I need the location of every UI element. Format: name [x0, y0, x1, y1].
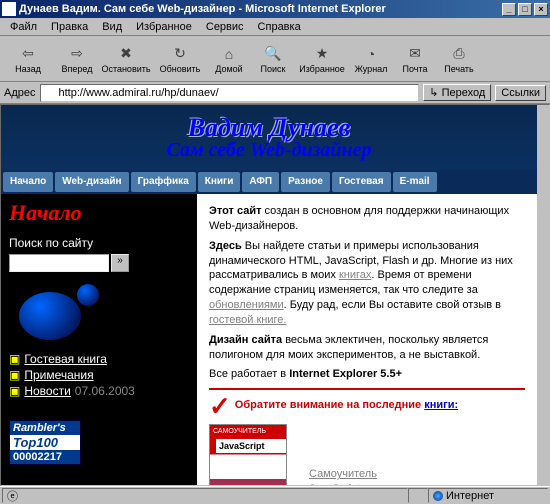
go-button[interactable]: ↳ Переход	[423, 84, 491, 101]
ie-requirement: Все работает в Internet Explorer 5.5+	[209, 367, 525, 382]
refresh-button[interactable]: ↻Обновить	[156, 39, 204, 79]
nav-guestbook[interactable]: Гостевая	[332, 172, 391, 192]
menu-edit[interactable]: Правка	[45, 20, 94, 33]
link-updates[interactable]: обновлениями	[209, 299, 284, 311]
content: Этот сайт создан в основном для поддержк…	[197, 194, 537, 485]
menu-tools[interactable]: Сервис	[200, 20, 250, 33]
search-icon: 🔍	[263, 44, 283, 64]
star-icon: ★	[312, 44, 332, 64]
bullet-icon: ▣	[9, 352, 20, 366]
link-guestbook[interactable]: Гостевая книга	[24, 352, 107, 366]
ie-small-icon: ⓔ	[7, 488, 18, 504]
links-button[interactable]: Ссылки	[495, 85, 546, 101]
bullet-icon: ▣	[9, 384, 20, 398]
address-bar: Адрес ↳ Переход Ссылки	[0, 82, 550, 104]
stop-button[interactable]: ✖Остановить	[102, 39, 150, 79]
print-icon: ⎙	[449, 44, 469, 64]
statusbar: ⓔ Интернет	[0, 486, 550, 504]
address-label: Адрес	[4, 87, 36, 99]
book-link-js[interactable]: Самоучитель JavaScript	[309, 467, 399, 485]
mail-button[interactable]: ✉Почта	[396, 39, 434, 79]
section-title: Начало	[9, 200, 189, 226]
journal-button[interactable]: ◔Журнал	[352, 39, 390, 79]
nav-afp[interactable]: АФП	[242, 172, 279, 192]
globe-icon	[433, 491, 443, 501]
sidebar: Начало Поиск по сайту » ▣Гостевая книга …	[1, 194, 197, 485]
site-search-go[interactable]: »	[111, 254, 129, 272]
titlebar: Дунаев Вадим. Сам себе Web-дизайнер - Mi…	[0, 0, 550, 18]
link-notes[interactable]: Примечания	[24, 368, 93, 382]
close-button[interactable]: ×	[534, 3, 548, 16]
nav-misc[interactable]: Разное	[281, 172, 330, 192]
rambler-counter[interactable]: Rambler's Top100 00002217	[9, 420, 81, 465]
home-icon: ⌂	[219, 44, 239, 64]
toolbar: ⇦Назад ⇨Вперед ✖Остановить ↻Обновить ⌂До…	[0, 36, 550, 82]
banner-subtitle: Сам себе Web-дизайнер	[166, 139, 371, 162]
nav-graphics[interactable]: Граффика	[131, 172, 196, 192]
check-icon: ✓	[209, 398, 231, 414]
minimize-button[interactable]: _	[502, 3, 516, 16]
maximize-button[interactable]: □	[518, 3, 532, 16]
menu-favorites[interactable]: Избранное	[130, 20, 198, 33]
link-books[interactable]: книгах	[339, 269, 371, 281]
nav-webdesign[interactable]: Web-дизайн	[55, 172, 128, 192]
book-cover-js[interactable]: САМОУЧИТЕЛЬ JavaScript	[209, 424, 287, 485]
nav-books[interactable]: Книги	[198, 172, 241, 192]
menubar: Файл Правка Вид Избранное Сервис Справка	[0, 18, 550, 36]
print-button[interactable]: ⎙Печать	[440, 39, 478, 79]
menu-file[interactable]: Файл	[4, 20, 43, 33]
menu-help[interactable]: Справка	[252, 20, 307, 33]
home-button[interactable]: ⌂Домой	[210, 39, 248, 79]
news-date: 07.06.2003	[75, 384, 135, 398]
blob-graphic	[19, 284, 119, 344]
site-nav: Начало Web-дизайн Граффика Книги АФП Раз…	[1, 170, 537, 194]
link-news[interactable]: Новости	[24, 384, 70, 398]
banner: Вадим Дунаев Сам себе Web-дизайнер	[1, 105, 537, 170]
link-latest-books[interactable]: книги:	[424, 399, 458, 411]
status-message: ⓔ	[2, 488, 408, 503]
address-input[interactable]	[40, 84, 420, 102]
forward-icon: ⇨	[67, 44, 87, 64]
back-icon: ⇦	[18, 44, 38, 64]
mail-icon: ✉	[405, 44, 425, 64]
viewport: Вадим Дунаев Сам себе Web-дизайнер Начал…	[0, 104, 550, 486]
refresh-icon: ↻	[170, 44, 190, 64]
window-title: Дунаев Вадим. Сам себе Web-дизайнер - Mi…	[19, 3, 502, 15]
zone-cell: Интернет	[428, 488, 548, 503]
search-button[interactable]: 🔍Поиск	[254, 39, 292, 79]
bullet-icon: ▣	[9, 368, 20, 382]
link-guestbook2[interactable]: гостевой книге.	[209, 314, 286, 326]
journal-icon: ◔	[361, 44, 381, 64]
ie-icon	[2, 2, 16, 16]
favorites-button[interactable]: ★Избранное	[298, 39, 346, 79]
forward-button[interactable]: ⇨Вперед	[58, 39, 96, 79]
notice-text: Обратите внимание на последние книги:	[235, 398, 458, 413]
back-button[interactable]: ⇦Назад	[4, 39, 52, 79]
stop-icon: ✖	[116, 44, 136, 64]
nav-email[interactable]: E-mail	[393, 172, 437, 192]
page-body[interactable]: Вадим Дунаев Сам себе Web-дизайнер Начал…	[1, 105, 537, 485]
nav-start[interactable]: Начало	[3, 172, 53, 192]
search-label: Поиск по сайту	[9, 236, 189, 250]
menu-view[interactable]: Вид	[96, 20, 128, 33]
site-search-input[interactable]	[9, 254, 109, 272]
divider	[209, 388, 525, 390]
